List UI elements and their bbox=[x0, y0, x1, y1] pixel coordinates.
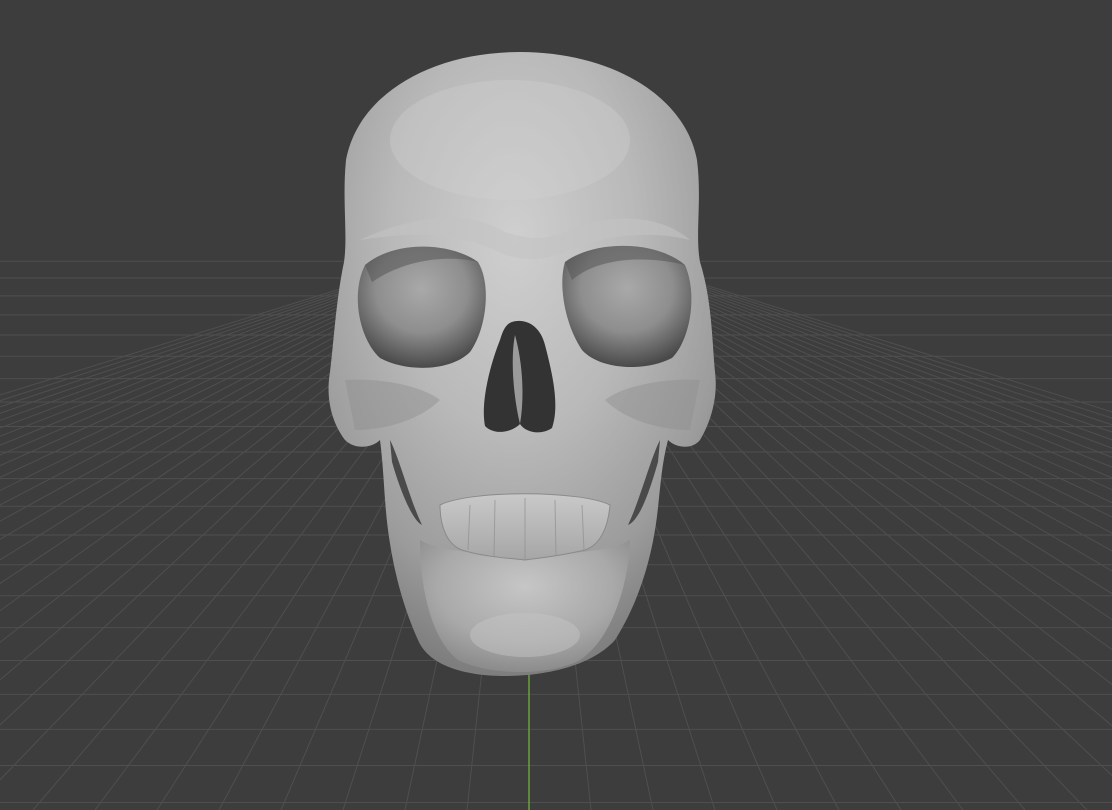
skull-model[interactable] bbox=[328, 52, 716, 676]
3d-viewport[interactable] bbox=[0, 0, 1112, 810]
forehead-highlight bbox=[390, 80, 630, 200]
chin-highlight bbox=[470, 613, 580, 657]
viewport-canvas[interactable] bbox=[0, 0, 1112, 810]
